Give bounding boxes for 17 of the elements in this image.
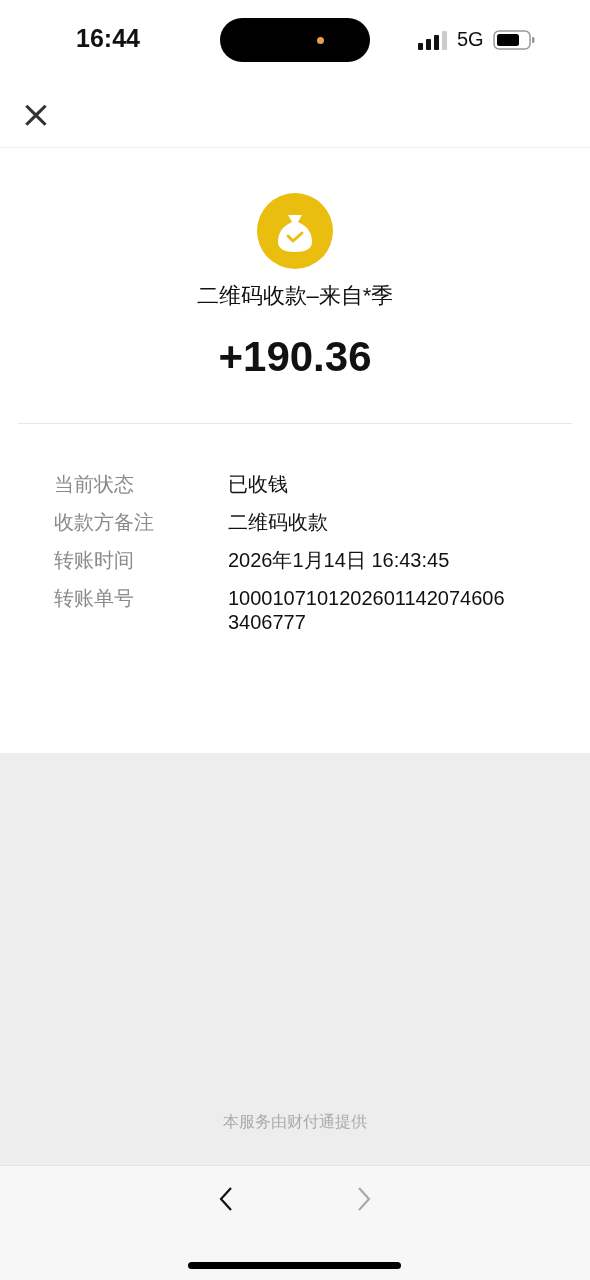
network-label: 5G <box>457 28 484 51</box>
detail-label: 转账时间 <box>54 548 135 572</box>
detail-value: 10001071012026011420746063406777 <box>228 586 506 634</box>
transaction-title: 二维码收款–来自*季 <box>196 282 394 310</box>
detail-value: 已收钱 <box>228 472 289 496</box>
detail-value: 2026年1月14日 16:43:45 <box>228 548 451 572</box>
amount: +190.36 <box>218 333 372 381</box>
detail-value: 二维码收款 <box>228 510 329 534</box>
signal-icon <box>418 29 448 50</box>
battery-icon <box>492 29 535 50</box>
detail-label: 转账单号 <box>54 586 135 611</box>
detail-label: 收款方备注 <box>54 510 155 534</box>
money-bag-icon <box>257 193 333 269</box>
status-time: 16:44 <box>76 24 140 53</box>
close-button[interactable]: × <box>20 99 52 128</box>
detail-label: 当前状态 <box>54 472 135 496</box>
provider-note: 本服务由财付通提供 <box>223 1112 367 1132</box>
